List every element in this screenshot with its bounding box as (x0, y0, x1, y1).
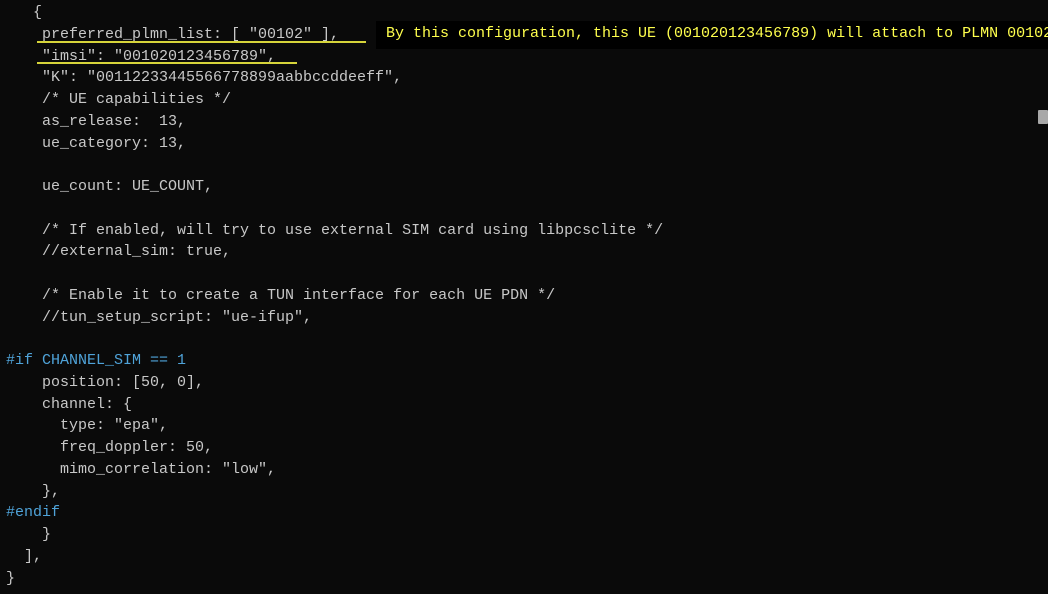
code-line: channel: { (6, 396, 132, 413)
code-line: mimo_correlation: "low", (6, 461, 276, 478)
code-line: ], (6, 548, 42, 565)
code-line: ue_count: UE_COUNT, (6, 178, 213, 195)
code-line: #endif (6, 504, 60, 521)
code-line: #if CHANNEL_SIM == 1 (6, 352, 186, 369)
code-line: //tun_setup_script: "ue-ifup", (6, 309, 312, 326)
code-line: /* Enable it to create a TUN interface f… (6, 287, 555, 304)
code-line: /* UE capabilities */ (6, 91, 231, 108)
code-line: }, (6, 483, 60, 500)
highlight-underline (37, 62, 297, 64)
code-line: ue_category: 13, (6, 135, 186, 152)
code-line: as_release: 13, (6, 113, 186, 130)
highlight-underline (37, 41, 366, 43)
code-line: } (6, 570, 15, 587)
code-line: //external_sim: true, (6, 243, 231, 260)
code-line: "K": "00112233445566778899aabbccddeeff", (6, 69, 402, 86)
code-line: { (6, 4, 42, 21)
code-block: { preferred_plmn_list: [ "00102" ], "ims… (6, 2, 1048, 589)
code-line: type: "epa", (6, 417, 168, 434)
code-line: position: [50, 0], (6, 374, 204, 391)
scrollbar-thumb[interactable] (1038, 110, 1048, 124)
code-line: freq_doppler: 50, (6, 439, 213, 456)
code-line: /* If enabled, will try to use external … (6, 222, 663, 239)
annotation-callout: By this configuration, this UE (00102012… (376, 21, 1048, 49)
code-line: } (6, 526, 51, 543)
